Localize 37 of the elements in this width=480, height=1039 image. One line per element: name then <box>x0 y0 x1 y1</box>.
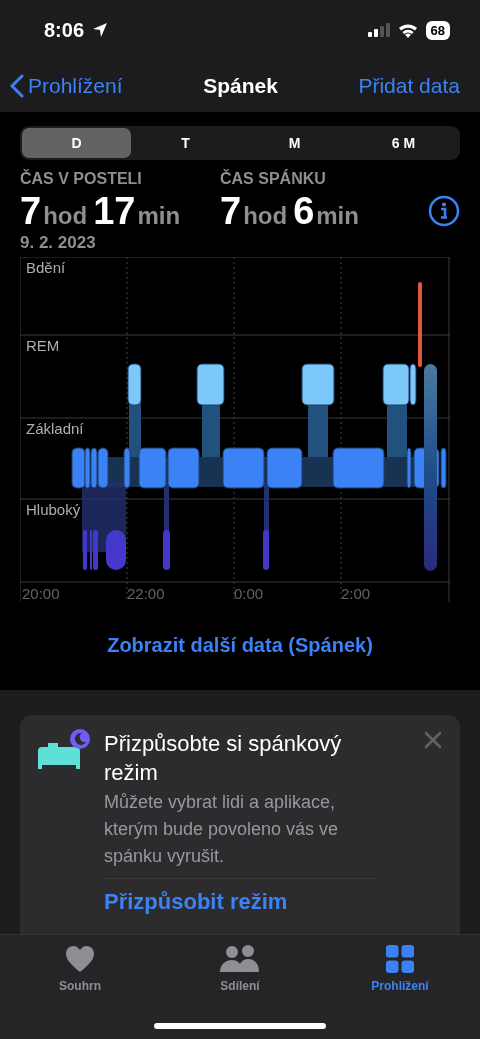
battery-level: 68 <box>425 20 450 40</box>
chevron-left-icon <box>10 74 24 98</box>
period-segment[interactable]: T <box>131 128 240 158</box>
add-data-link[interactable]: Přidat data <box>358 74 460 98</box>
customize-focus-link[interactable]: Přizpůsobit režim <box>104 878 376 916</box>
people-icon <box>220 945 260 973</box>
card-title: Přizpůsobte si spánkový režim <box>104 730 343 787</box>
time-tick: 2:00 <box>341 585 371 602</box>
screen-title: Spánek <box>203 74 278 98</box>
tab-bar-item[interactable]: Souhrn <box>0 935 160 1005</box>
location-arrow-icon <box>92 22 109 38</box>
grid-icon <box>386 945 414 973</box>
time-tick: 22:00 <box>127 585 165 602</box>
tab-bar-item[interactable]: Prohlížení <box>320 935 480 1005</box>
heart-icon <box>65 945 95 973</box>
tab-bar-item[interactable]: Sdílení <box>160 935 320 1005</box>
period-segment[interactable]: D <box>22 128 131 158</box>
time-tick: 20:00 <box>22 585 60 602</box>
more-data-link[interactable]: Zobrazit další data (Spánek) <box>20 634 460 657</box>
stat-value: 7 hod 6 min <box>220 190 360 233</box>
stage-label: Základní <box>26 420 84 437</box>
card-description: Můžete vybrat lidi a aplikace, kterým bude povoleno vás ve spánku vyrušit. <box>104 791 340 868</box>
time-tick: 0:00 <box>234 585 264 602</box>
stat-label: ČAS SPÁNKU <box>220 170 327 188</box>
signal-icon <box>367 23 390 37</box>
period-segment[interactable]: 6 M <box>349 128 458 158</box>
stage-label: Hluboký <box>26 501 81 518</box>
clock-time: 8:06 <box>44 18 85 42</box>
stat-value: 7 hod 17 min <box>20 190 182 233</box>
period-segment[interactable]: M <box>240 128 349 158</box>
stage-label: REM <box>26 337 60 354</box>
date-label: 9. 2. 2023 <box>20 233 97 253</box>
stat-label: ČAS V POSTELI <box>20 170 143 188</box>
back-link[interactable]: Prohlížení <box>10 74 123 98</box>
info-icon[interactable] <box>428 195 460 227</box>
wifi-icon <box>397 22 418 38</box>
stage-label: Bdění <box>26 259 66 276</box>
